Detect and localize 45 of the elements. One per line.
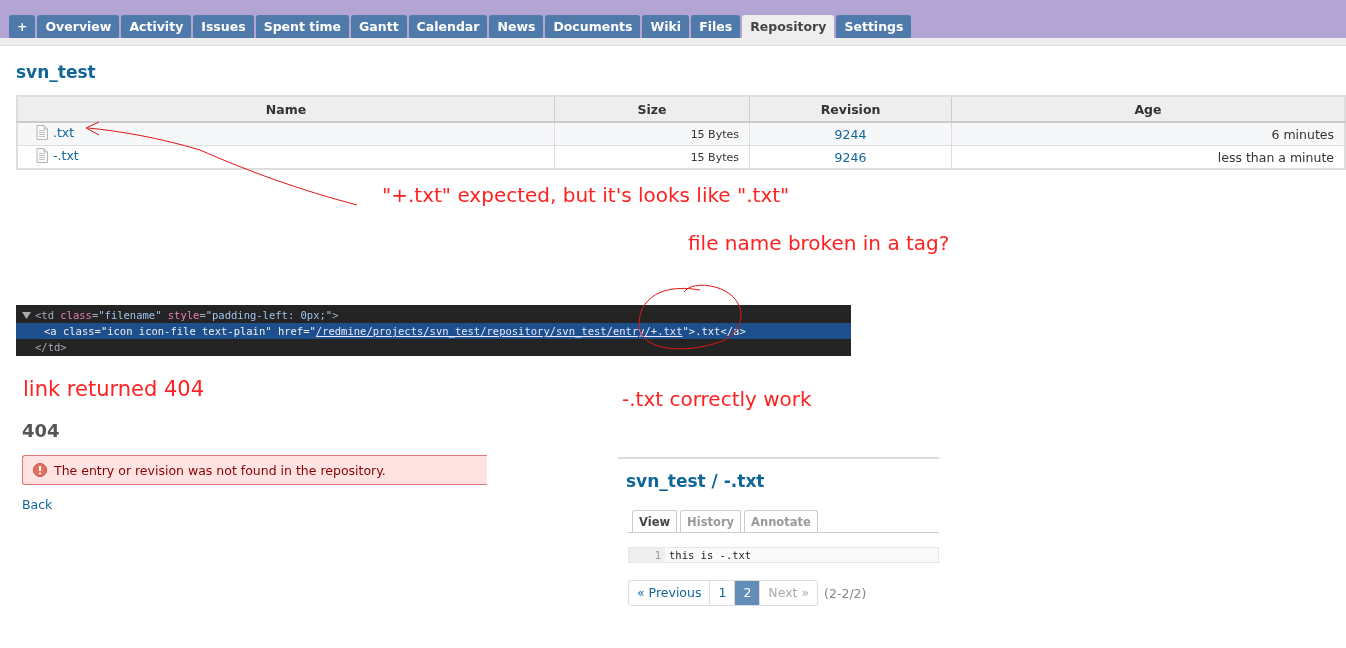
project-title: svn_test — [16, 62, 97, 82]
column-header: Size — [554, 96, 750, 122]
line-number: 1 — [629, 548, 665, 562]
annotation-note: "+.txt" expected, but it's looks like ".txt" — [382, 183, 790, 207]
annotation-note: link returned 404 — [23, 377, 205, 401]
code-text: this is -.txt — [668, 548, 752, 562]
view-tab[interactable]: View — [632, 510, 678, 532]
revision-link[interactable]: 9246 — [834, 149, 867, 165]
menu-tab[interactable]: Gantt — [351, 15, 407, 38]
column-header: Name — [17, 96, 555, 122]
error-message: The entry or revision was not found in the repository. — [22, 455, 487, 485]
menu-tab[interactable]: Files — [691, 15, 741, 38]
menu-tab[interactable]: Overview — [37, 15, 120, 38]
menu-tab[interactable]: Settings — [836, 15, 912, 38]
menu-tab[interactable]: Calendar — [408, 15, 488, 38]
file-link[interactable]: -.txt — [36, 148, 79, 163]
view-tab[interactable]: History — [680, 510, 742, 532]
pagination-link[interactable]: « Previous — [629, 581, 710, 605]
menu-tab[interactable]: Spent time — [255, 15, 350, 38]
menu-tab[interactable]: + — [9, 15, 36, 38]
file-title: svn_test / -.txt — [626, 471, 766, 491]
code-line[interactable]: <td class="filename" style="padding-left: 0px;"> — [16, 307, 851, 323]
menu-tab[interactable]: Repository — [742, 15, 835, 38]
menu-tab[interactable]: Activity — [121, 15, 192, 38]
annotation-note: file name broken in a tag? — [688, 231, 950, 255]
menu-tab[interactable]: News — [489, 15, 544, 38]
error-heading: 404 — [22, 420, 61, 441]
column-header: Revision — [749, 96, 952, 122]
table-cell: 15 Bytes — [554, 122, 750, 146]
pagination-link: Next » — [759, 581, 818, 605]
column-header: Age — [951, 96, 1345, 122]
back-link[interactable]: Back — [22, 497, 487, 512]
pagination-link[interactable]: 2 — [734, 581, 760, 605]
menu-tab[interactable]: Documents — [545, 15, 641, 38]
view-tab[interactable]: Annotate — [744, 510, 818, 532]
menu-tab[interactable]: Wiki — [642, 15, 690, 38]
file-icon — [36, 125, 48, 140]
annotation-note: -.txt correctly work — [622, 387, 812, 411]
file-link[interactable]: .txt — [36, 125, 75, 140]
page-range: (2-2/2) — [824, 585, 867, 601]
code-line[interactable]: </td> — [16, 339, 851, 355]
file-icon — [36, 148, 48, 163]
error-icon — [33, 463, 47, 477]
revision-link[interactable]: 9244 — [834, 126, 867, 142]
menu-tab[interactable]: Issues — [193, 15, 254, 38]
